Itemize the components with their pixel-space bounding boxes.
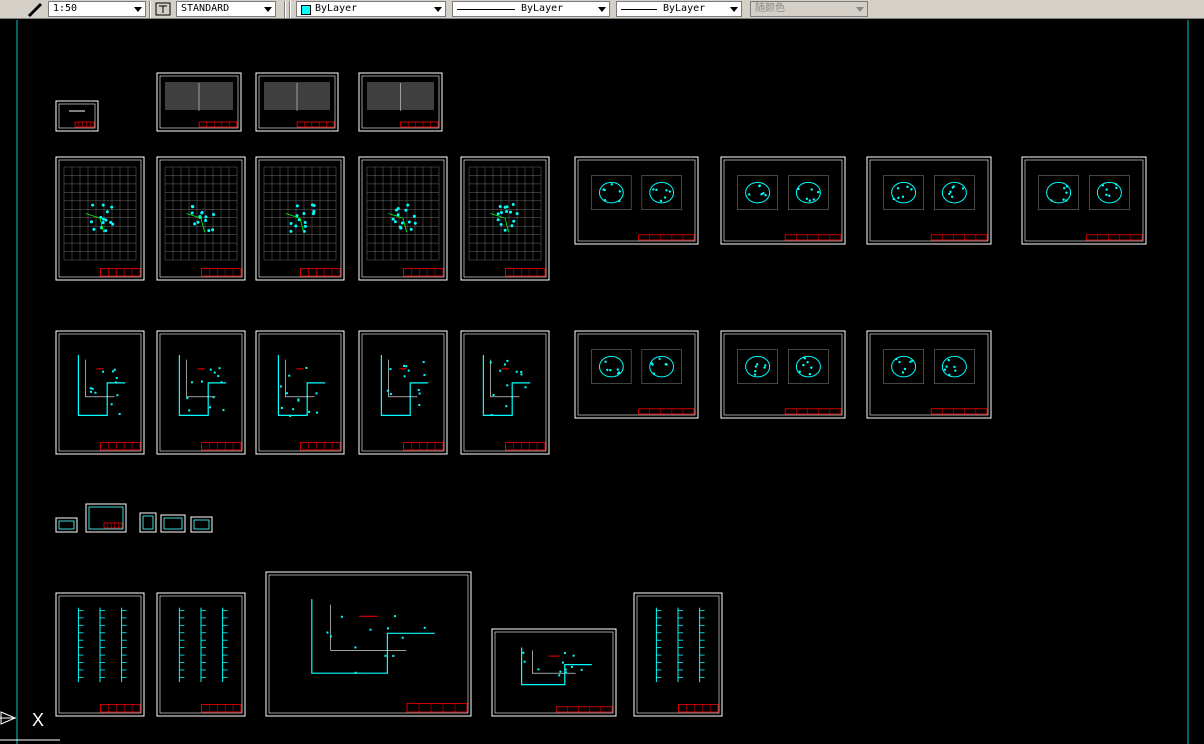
text-style-dropdown[interactable]: STANDARD <box>176 1 276 17</box>
title-block <box>1085 234 1143 241</box>
toolbar-separator <box>149 1 151 18</box>
title-block <box>504 268 546 277</box>
title-block <box>74 121 95 128</box>
drawing-sheet[interactable] <box>156 330 246 455</box>
title-block <box>784 408 842 415</box>
drawing-sheet[interactable] <box>460 156 550 281</box>
lineweight-sample-icon <box>621 9 657 10</box>
title-block <box>100 704 141 713</box>
title-block <box>200 268 242 277</box>
annotation-scale-value: 1:50 <box>53 3 78 14</box>
title-block <box>296 121 335 128</box>
chevron-down-icon[interactable] <box>264 7 272 12</box>
drawing-canvas[interactable]: X <box>0 20 1204 744</box>
chevron-down-icon <box>856 7 864 12</box>
properties-toolbar: 1:50 STANDARD ByLayer ByLayer ByLayer 随颜… <box>0 0 1204 19</box>
layer-color-value: ByLayer <box>315 3 358 14</box>
title-block <box>200 442 242 451</box>
title-block <box>504 442 546 451</box>
drawing-sheet[interactable] <box>633 592 723 717</box>
chevron-down-icon[interactable] <box>598 7 606 12</box>
color-swatch-icon <box>301 5 311 15</box>
plot-style-dropdown: 随颜色 <box>750 1 868 17</box>
title-block <box>402 268 444 277</box>
drawing-sheet[interactable] <box>55 592 145 717</box>
drawing-sheet[interactable] <box>156 592 246 717</box>
drawing-sheet[interactable] <box>265 571 472 717</box>
drawing-sheet[interactable] <box>190 516 213 533</box>
drawing-sheet[interactable] <box>255 72 339 132</box>
layer-color-dropdown[interactable]: ByLayer <box>296 1 446 17</box>
title-block <box>638 234 695 241</box>
drawing-sheet[interactable] <box>460 330 550 455</box>
drawing-sheet[interactable] <box>55 517 78 533</box>
title-block <box>200 704 242 713</box>
plot-style-value: 随颜色 <box>755 3 785 14</box>
text-style-value: STANDARD <box>181 3 230 14</box>
drawing-sheet[interactable] <box>55 330 145 455</box>
title-block <box>930 408 988 415</box>
drawing-sheet[interactable] <box>55 156 145 281</box>
drawing-sheet[interactable] <box>574 330 699 419</box>
title-block <box>678 704 719 713</box>
toolbar-separator <box>284 1 286 18</box>
text-style-icon[interactable] <box>154 1 172 17</box>
drawing-sheet[interactable] <box>85 503 127 533</box>
linetype-sample-icon <box>457 9 515 10</box>
title-block <box>402 442 444 451</box>
drawing-sheet[interactable] <box>156 72 242 132</box>
title-block <box>198 121 238 128</box>
annotation-scale-dropdown[interactable]: 1:50 <box>48 1 146 17</box>
lineweight-dropdown[interactable]: ByLayer <box>616 1 742 17</box>
title-block <box>638 408 695 415</box>
cad-model-space[interactable]: X <box>0 20 1204 744</box>
drawing-sheet[interactable] <box>358 72 443 132</box>
chevron-down-icon[interactable] <box>134 7 142 12</box>
drawing-sheet[interactable] <box>139 512 157 533</box>
drawing-sheet[interactable] <box>720 330 846 419</box>
ucs-axis-icon <box>0 711 60 741</box>
drawing-sheet[interactable] <box>255 330 345 455</box>
drawing-sheet[interactable] <box>866 156 992 245</box>
drawing-sheet[interactable] <box>160 514 186 533</box>
drawing-sheet[interactable] <box>55 100 99 132</box>
title-block <box>784 234 842 241</box>
linetype-dropdown[interactable]: ByLayer <box>452 1 610 17</box>
title-block <box>100 268 141 277</box>
ucs-x-label: X <box>32 710 44 730</box>
drawing-sheet[interactable] <box>156 156 246 281</box>
title-block <box>406 702 468 713</box>
title-block <box>299 268 341 277</box>
title-block <box>400 121 439 128</box>
drawing-sheet[interactable] <box>1021 156 1147 245</box>
drawing-sheet[interactable] <box>358 330 448 455</box>
drawing-sheet[interactable] <box>491 628 617 717</box>
lineweight-value: ByLayer <box>663 3 706 14</box>
title-block <box>100 442 141 451</box>
title-block <box>555 706 613 713</box>
drawing-sheet[interactable] <box>574 156 699 245</box>
drawing-sheet[interactable] <box>866 330 992 419</box>
chevron-down-icon[interactable] <box>730 7 738 12</box>
drawing-sheet[interactable] <box>720 156 846 245</box>
title-block <box>930 234 988 241</box>
linetype-value: ByLayer <box>521 3 564 14</box>
annotation-scale-icon[interactable] <box>26 1 44 17</box>
drawing-sheet[interactable] <box>358 156 448 281</box>
title-block <box>299 442 341 451</box>
chevron-down-icon[interactable] <box>434 7 442 12</box>
drawing-sheet[interactable] <box>255 156 345 281</box>
title-block <box>103 522 123 529</box>
toolbar-separator <box>289 1 291 18</box>
